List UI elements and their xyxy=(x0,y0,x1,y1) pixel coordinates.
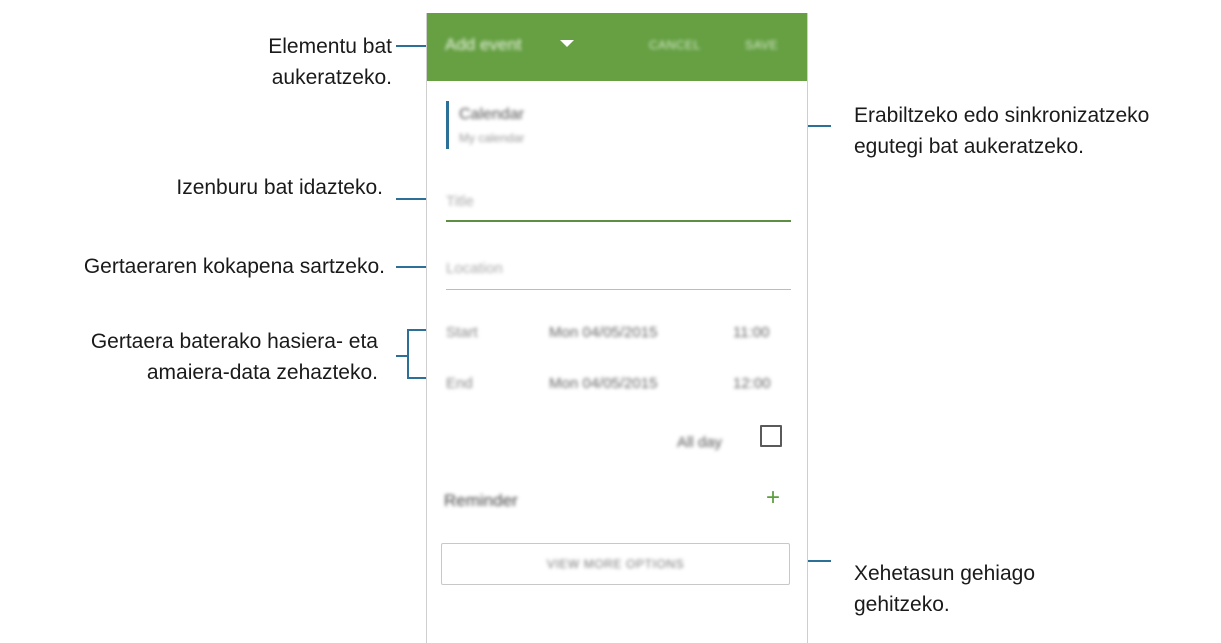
plus-icon[interactable]: + xyxy=(766,486,780,510)
annotation-line: Gertaera baterako hasiera- eta xyxy=(90,330,378,353)
annotation-line: Gertaeraren kokapena sartzeko. xyxy=(83,255,385,278)
annotation-details: Xehetasun gehiago gehitzeko. xyxy=(854,558,1035,620)
annotation-line: amaiera-data zehazteko. xyxy=(146,361,378,384)
location-input[interactable]: Location xyxy=(446,260,503,277)
annotation-line: Elementu bat xyxy=(268,35,392,58)
phone-screen: Add event CANCEL SAVE Calendar My calend… xyxy=(426,13,808,643)
app-bar: Add event CANCEL SAVE xyxy=(427,13,807,81)
annotation-calendar: Erabiltzeko edo sinkronizatzeko egutegi … xyxy=(854,100,1149,162)
annotation-line: Izenburu bat idazteko. xyxy=(176,176,383,199)
annotation-line: aukeratzeko. xyxy=(271,66,392,89)
save-button[interactable]: SAVE xyxy=(745,38,778,52)
title-input-underline xyxy=(446,220,791,222)
calendar-name: Calendar xyxy=(459,106,524,123)
end-label: End xyxy=(446,375,473,392)
reminder-label: Reminder xyxy=(444,491,518,510)
annotation-select-item: Elementu bat aukeratzeko. xyxy=(268,31,392,93)
annotation-dates: Gertaera baterako hasiera- eta amaiera-d… xyxy=(91,326,378,388)
start-time[interactable]: 11:00 xyxy=(733,324,769,341)
start-date[interactable]: Mon 04/05/2015 xyxy=(549,324,657,341)
view-more-options-button[interactable]: VIEW MORE OPTIONS xyxy=(441,543,790,585)
end-time[interactable]: 12:00 xyxy=(733,375,771,392)
start-label: Start xyxy=(446,324,478,341)
view-more-options-label: VIEW MORE OPTIONS xyxy=(546,557,685,571)
all-day-label: All day xyxy=(677,434,723,451)
annotation-line: egutegi bat aukeratzeko. xyxy=(854,135,1084,158)
event-type-dropdown[interactable]: Add event xyxy=(445,35,522,55)
end-date[interactable]: Mon 04/05/2015 xyxy=(549,375,657,392)
calendar-color-bar xyxy=(446,101,449,149)
annotation-location: Gertaeraren kokapena sartzeko. xyxy=(84,251,385,282)
callout-bracket-vertical xyxy=(407,329,409,379)
location-input-underline xyxy=(446,289,791,290)
cancel-button[interactable]: CANCEL xyxy=(649,38,701,52)
annotation-line: Erabiltzeko edo sinkronizatzeko xyxy=(854,104,1150,127)
title-input[interactable]: Title xyxy=(446,193,474,210)
annotation-title: Izenburu bat idazteko. xyxy=(176,172,383,203)
dropdown-caret-icon[interactable] xyxy=(560,40,574,47)
annotation-line: Xehetasun gehiago xyxy=(854,562,1035,585)
all-day-checkbox[interactable] xyxy=(760,425,782,447)
calendar-account: My calendar xyxy=(459,131,525,145)
annotation-line: gehitzeko. xyxy=(854,593,950,616)
